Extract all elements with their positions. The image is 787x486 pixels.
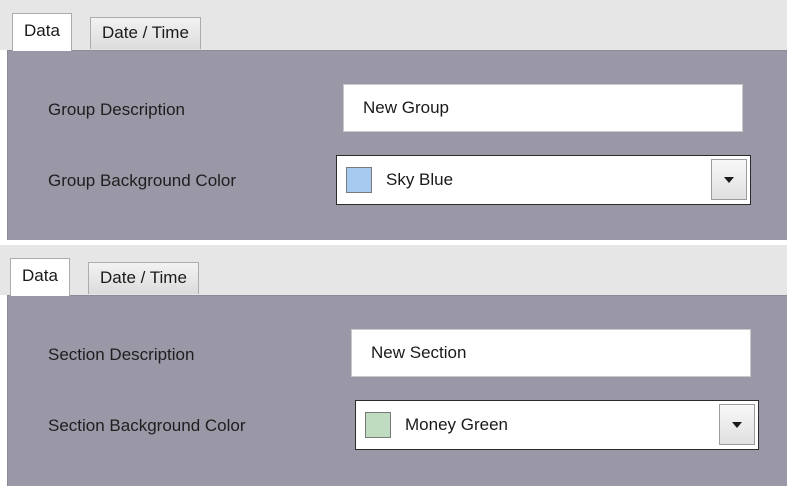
tab-data[interactable]: Data	[10, 258, 70, 296]
group-background-color-label: Group Background Color	[48, 171, 237, 190]
group-background-color-dropdown[interactable]: Sky Blue	[336, 155, 751, 205]
section-background-color-dropdown[interactable]: Money Green	[355, 400, 759, 450]
section-description-input[interactable]: New Section	[351, 329, 751, 377]
section-background-color-label: Section Background Color	[48, 416, 246, 435]
selected-color-name: Money Green	[405, 415, 508, 434]
tab-data[interactable]: Data	[12, 13, 72, 51]
dropdown-button[interactable]	[711, 159, 747, 200]
group-description-input[interactable]: New Group	[343, 84, 743, 132]
chevron-down-icon	[724, 176, 734, 183]
color-swatch	[346, 167, 372, 193]
selected-color-name: Sky Blue	[386, 170, 454, 189]
section-properties-panel: Data Date / Time Section Description New…	[0, 245, 787, 486]
tab-date-time[interactable]: Date / Time	[88, 262, 199, 294]
tab-content: Section Description New Section Section …	[7, 295, 787, 486]
tab-strip: Data Date / Time	[0, 0, 787, 51]
tab-content: Group Description New Group Group Backgr…	[7, 50, 787, 240]
section-description-label: Section Description	[48, 345, 195, 364]
group-properties-panel: Data Date / Time Group Description New G…	[0, 0, 787, 240]
color-swatch	[365, 412, 391, 438]
group-description-label: Group Description	[48, 100, 186, 119]
tab-strip: Data Date / Time	[0, 245, 787, 296]
dropdown-button[interactable]	[719, 404, 755, 445]
chevron-down-icon	[732, 421, 742, 428]
tab-date-time[interactable]: Date / Time	[90, 17, 201, 49]
